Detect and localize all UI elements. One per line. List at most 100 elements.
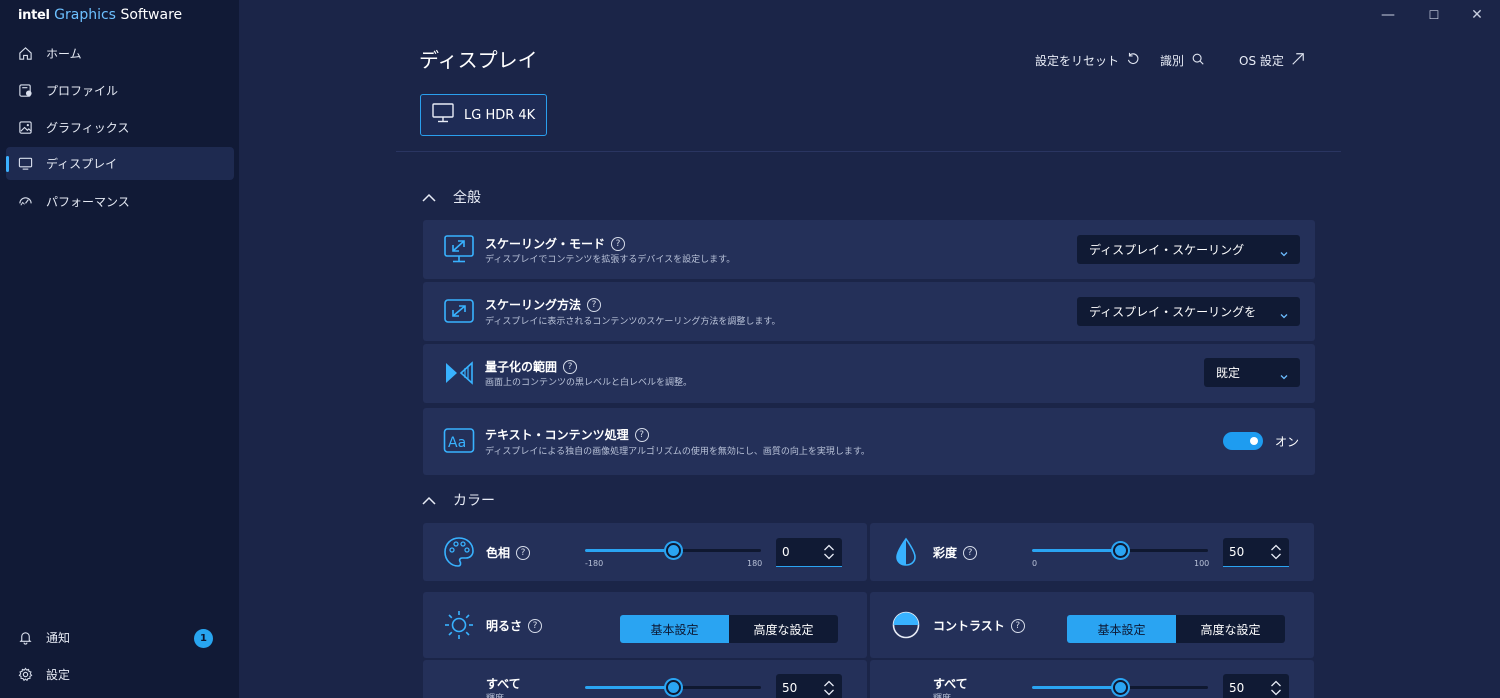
- setting-title-text: テキスト・コンテンツ処理: [485, 428, 629, 442]
- sidebar-item-performance[interactable]: パフォーマンス: [6, 185, 234, 218]
- setting-sub-description: 輝度: [933, 691, 951, 698]
- monitor-tab-lg-hdr-4k[interactable]: LG HDR 4K: [420, 94, 547, 136]
- help-icon[interactable]: ?: [563, 359, 578, 374]
- brand-software: Software: [120, 7, 183, 23]
- os-settings-button[interactable]: OS 設定: [1239, 51, 1305, 69]
- setting-description: ディスプレイによる独自の画像処理アルゴリズムの使用を無効にし、画質の向上を実現し…: [485, 447, 870, 457]
- spinner-icon[interactable]: [823, 679, 835, 698]
- search-icon: [1184, 52, 1205, 69]
- saturation-value-input[interactable]: 50: [1223, 538, 1289, 567]
- identify-label: 識別: [1160, 53, 1185, 68]
- slider-thumb[interactable]: [1113, 680, 1128, 695]
- brightness-slider[interactable]: [585, 680, 761, 695]
- maximize-button[interactable]: ☐: [1411, 0, 1457, 30]
- setting-title-text: スケーリング・モード: [485, 237, 606, 251]
- section-general-header[interactable]: 全般: [422, 187, 481, 207]
- spinner-icon[interactable]: [823, 543, 835, 565]
- sidebar-item-profile[interactable]: プロファイル: [6, 74, 234, 107]
- setting-title-text: 明るさ: [486, 619, 523, 633]
- quantization-range-dropdown[interactable]: 既定: [1204, 358, 1300, 387]
- sidebar-item-label: ホーム: [46, 47, 82, 61]
- reset-settings-button[interactable]: 設定をリセット: [1035, 51, 1140, 69]
- hue-value-input[interactable]: 0: [776, 538, 842, 567]
- text-content-processing-toggle[interactable]: [1223, 432, 1263, 450]
- dropdown-value: ディスプレイ・スケーリングを: [1089, 305, 1257, 319]
- spinner-icon[interactable]: [1270, 543, 1282, 565]
- sidebar-item-label: パフォーマンス: [46, 195, 130, 209]
- palette-icon: [441, 534, 477, 570]
- advanced-settings-tab[interactable]: 高度な設定: [729, 615, 838, 643]
- minimize-button[interactable]: —: [1365, 0, 1411, 30]
- reset-settings-label: 設定をリセット: [1035, 53, 1120, 68]
- setting-description: ディスプレイに表示されるコンテンツのスケーリング方法を調整します。: [485, 317, 781, 327]
- chevron-down-icon: [1279, 367, 1289, 386]
- setting-text-content-processing: Aa テキスト・コンテンツ処理 ? ディスプレイによる独自の画像処理アルゴリズム…: [423, 408, 1315, 475]
- contrast-slider[interactable]: [1032, 680, 1208, 695]
- help-icon[interactable]: ?: [1010, 618, 1025, 633]
- identify-button[interactable]: 識別: [1160, 51, 1205, 69]
- setting-scaling-method: スケーリング方法 ? ディスプレイに表示されるコンテンツのスケーリング方法を調整…: [423, 282, 1315, 341]
- help-icon[interactable]: ?: [516, 545, 531, 560]
- help-icon[interactable]: ?: [963, 545, 978, 560]
- help-icon[interactable]: ?: [587, 297, 602, 312]
- sidebar-item-graphics[interactable]: グラフィックス: [6, 111, 234, 144]
- setting-brightness-all: すべて 輝度 50: [423, 660, 867, 698]
- section-color-header[interactable]: カラー: [422, 490, 495, 510]
- monitor-icon: [17, 156, 33, 172]
- input-value: 50: [1229, 545, 1245, 559]
- monitor-icon: [432, 103, 454, 127]
- slider-thumb[interactable]: [1113, 543, 1128, 558]
- notification-count-badge: 1: [194, 629, 213, 648]
- chevron-up-icon: [422, 188, 436, 207]
- brightness-value-input[interactable]: 50: [776, 674, 842, 698]
- setting-description: 画面上のコンテンツの黒レベルと白レベルを調整。: [485, 378, 693, 388]
- saturation-slider[interactable]: [1032, 543, 1208, 558]
- slider-fill: [585, 549, 673, 552]
- image-icon: [17, 120, 33, 136]
- sidebar-item-settings[interactable]: 設定: [6, 658, 234, 691]
- home-icon: [17, 46, 33, 62]
- basic-settings-tab[interactable]: 基本設定: [1067, 615, 1176, 643]
- header-divider: [396, 151, 1341, 152]
- help-icon[interactable]: ?: [634, 427, 649, 442]
- sidebar-item-label: 設定: [46, 668, 71, 682]
- contrast-value-input[interactable]: 50: [1223, 674, 1289, 698]
- section-general-label: 全般: [453, 190, 481, 206]
- setting-contrast-all: すべて 輝度 50: [870, 660, 1314, 698]
- gear-icon: [17, 667, 33, 683]
- performance-icon: [17, 194, 33, 210]
- setting-description: ディスプレイでコンテンツを拡張するデバイスを設定します。: [485, 255, 736, 265]
- sidebar-item-label: ディスプレイ: [46, 157, 118, 171]
- setting-title-text: 量子化の範囲: [485, 360, 558, 374]
- hue-slider[interactable]: [585, 543, 761, 558]
- sidebar-item-display[interactable]: ディスプレイ: [6, 147, 234, 180]
- slider-min-label: 0: [1032, 559, 1038, 568]
- slider-thumb[interactable]: [666, 543, 681, 558]
- slider-min-label: -180: [585, 559, 604, 568]
- sidebar-item-label: 通知: [46, 631, 71, 645]
- droplet-icon: [888, 534, 924, 570]
- slider-thumb[interactable]: [666, 680, 681, 695]
- sidebar-item-notifications[interactable]: 通知 1: [6, 621, 234, 654]
- scaling-method-dropdown[interactable]: ディスプレイ・スケーリングを: [1077, 297, 1300, 326]
- basic-settings-tab[interactable]: 基本設定: [620, 615, 729, 643]
- slider-fill: [1032, 686, 1120, 689]
- input-value: 0: [782, 545, 790, 559]
- input-value: 50: [1229, 681, 1245, 695]
- setting-sub-description: 輝度: [486, 691, 504, 698]
- close-button[interactable]: ✕: [1454, 0, 1500, 30]
- contrast-icon: [888, 607, 924, 643]
- svg-text:Aa: Aa: [448, 435, 466, 451]
- scaling-mode-icon: [443, 233, 475, 265]
- section-color-label: カラー: [453, 493, 495, 509]
- setting-title: スケーリング・モード ?: [485, 235, 626, 252]
- advanced-settings-tab[interactable]: 高度な設定: [1176, 615, 1285, 643]
- scaling-mode-dropdown[interactable]: ディスプレイ・スケーリング: [1077, 235, 1300, 264]
- setting-contrast: コントラスト ? 基本設定 高度な設定: [870, 592, 1314, 658]
- sidebar-item-label: グラフィックス: [46, 121, 130, 135]
- spinner-icon[interactable]: [1270, 679, 1282, 698]
- help-icon[interactable]: ?: [528, 618, 543, 633]
- help-icon[interactable]: ?: [611, 236, 626, 251]
- brand-graphics: Graphics: [54, 7, 116, 23]
- sidebar-item-home[interactable]: ホーム: [6, 37, 234, 70]
